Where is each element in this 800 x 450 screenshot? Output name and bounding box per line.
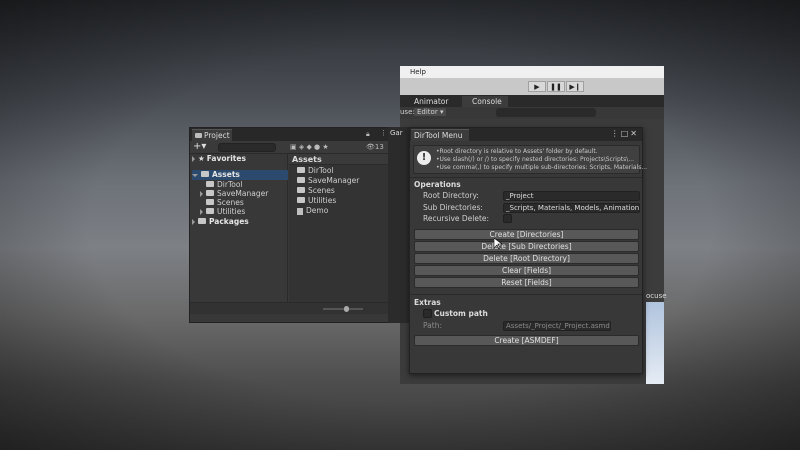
reset-fields-button[interactable]: Reset [Fields] xyxy=(414,277,639,288)
custom-path-checkbox[interactable] xyxy=(423,309,432,318)
help-line-1: •Root directory is relative to Assets' f… xyxy=(436,148,598,155)
folder-icon xyxy=(297,177,305,183)
project-toolbar: +▾ ▣ ◈ ◆ ● ★ 👁︎13 xyxy=(190,141,399,154)
folder-icon xyxy=(206,190,214,196)
play-toolbar: ▶ ❚❚ ▶❙ xyxy=(400,78,664,95)
project-tree: ★ Favorites Assets DirTool SaveManager Sc… xyxy=(190,154,288,314)
assets-breadcrumb: Assets xyxy=(289,154,399,165)
tree-assets[interactable]: Assets xyxy=(192,170,288,180)
scene-file-icon xyxy=(297,207,303,215)
tab-dirtool-menu[interactable]: DirTool Menu xyxy=(411,129,469,141)
recursive-delete-checkbox[interactable] xyxy=(503,214,512,223)
star-icon: ★ xyxy=(198,154,205,163)
dirtool-window: DirTool Menu ⋮□✕ ! •Root directory is re… xyxy=(409,127,647,374)
divider xyxy=(410,294,642,295)
folder-icon xyxy=(201,171,209,177)
delete-sub-directories-button[interactable]: Delete [Sub Directories] xyxy=(414,241,639,252)
project-grid: Assets DirTool SaveManager Scenes Utilit… xyxy=(289,154,399,314)
lock-icon[interactable]: 🔒︎ xyxy=(366,130,370,139)
sub-directories-field[interactable]: _Scripts, Materials, Models, Animations,… xyxy=(503,203,640,213)
add-icon[interactable]: +▾ xyxy=(193,141,206,152)
mouse-cursor-icon xyxy=(494,238,502,250)
dirtool-tabbar: DirTool Menu ⋮□✕ xyxy=(410,128,642,141)
folder-icon xyxy=(195,133,202,138)
path-field[interactable]: Assets/_Project/_Project.asmdef xyxy=(503,321,611,331)
scene-view-fragment xyxy=(646,302,664,384)
pause-icon: ❚❚ xyxy=(550,83,562,91)
step-button[interactable]: ▶❙ xyxy=(566,81,584,92)
console-search-input[interactable] xyxy=(496,108,596,117)
info-icon: ! xyxy=(417,151,431,165)
clear-fields-button[interactable]: Clear [Fields] xyxy=(414,265,639,276)
tree-favorites[interactable]: ★ Favorites xyxy=(192,154,246,164)
create-directories-button[interactable]: Create [Directories] xyxy=(414,229,639,240)
create-asmdef-button[interactable]: Create [ASMDEF] xyxy=(414,335,639,346)
icon-size-slider[interactable] xyxy=(323,308,363,310)
help-line-3: •Use comma(,) to specify multiple sub-di… xyxy=(436,164,648,171)
window-controls: ⋮□✕ xyxy=(611,129,639,138)
console-toolbar: use: Editor ▾ xyxy=(400,107,664,119)
project-window: Project 🔒︎ ⋮ +▾ ▣ ◈ ◆ ● ★ 👁︎13 ★ Favorite… xyxy=(189,127,400,323)
folder-icon xyxy=(297,187,305,193)
folder-icon xyxy=(206,208,214,214)
help-line-2: •Use slash(/) or /) to specify nested di… xyxy=(436,156,634,163)
tree-item-utilities[interactable]: Utilities xyxy=(200,207,245,217)
pause-button[interactable]: ❚❚ xyxy=(547,81,565,92)
tree-packages[interactable]: Packages xyxy=(192,217,249,227)
scene-tab-fragment: ocuse xyxy=(646,292,667,300)
grid-item-dirtool[interactable]: DirTool xyxy=(297,166,334,176)
root-directory-label: Root Directory: xyxy=(423,191,479,200)
scene-strip: Gar xyxy=(388,127,410,323)
project-search-input[interactable] xyxy=(218,143,276,152)
editor-dropdown[interactable]: Editor ▾ xyxy=(414,108,447,116)
editor-tabbar: Animator Console xyxy=(400,95,664,107)
scene-tab-fragment[interactable]: Gar xyxy=(390,129,403,137)
play-button[interactable]: ▶ xyxy=(528,81,546,92)
project-tabbar: Project 🔒︎ ⋮ xyxy=(190,128,399,141)
grid-item-demo[interactable]: Demo xyxy=(297,206,328,216)
field-fragment: use: xyxy=(400,108,415,116)
sub-directories-label: Sub Directories: xyxy=(423,203,483,212)
folder-icon xyxy=(206,181,214,187)
help-box: ! •Root directory is relative to Assets'… xyxy=(413,145,647,174)
extras-header: Extras xyxy=(414,298,441,307)
play-icon: ▶ xyxy=(534,83,540,91)
folder-icon xyxy=(198,218,206,224)
maximize-icon[interactable]: □ xyxy=(621,129,631,138)
folder-icon xyxy=(297,167,305,173)
help-menu[interactable]: Help xyxy=(410,68,426,76)
hidden-count[interactable]: 👁︎13 xyxy=(366,143,384,151)
operations-header: Operations xyxy=(414,180,461,189)
kebab-menu-icon[interactable]: ⋮ xyxy=(380,129,387,137)
grid-item-savemanager[interactable]: SaveManager xyxy=(297,176,359,186)
grid-item-scenes[interactable]: Scenes xyxy=(297,186,335,196)
custom-path-label: Custom path xyxy=(434,309,488,318)
recursive-delete-label: Recursive Delete: xyxy=(423,214,490,223)
project-footer xyxy=(190,302,399,314)
folder-icon xyxy=(206,199,214,205)
close-icon[interactable]: ✕ xyxy=(630,129,639,138)
slider-handle[interactable] xyxy=(344,306,349,312)
folder-icon xyxy=(297,197,305,203)
root-directory-field[interactable]: _Project xyxy=(503,191,640,201)
step-icon: ▶❙ xyxy=(569,83,581,91)
delete-root-directory-button[interactable]: Delete [Root Directory] xyxy=(414,253,639,264)
tab-console[interactable]: Console xyxy=(462,96,508,107)
filter-icons[interactable]: ▣ ◈ ◆ ● ★ xyxy=(290,143,329,151)
path-label: Path: xyxy=(423,321,443,330)
tab-animator[interactable]: Animator xyxy=(404,96,460,107)
tab-project[interactable]: Project xyxy=(192,129,232,141)
grid-item-utilities[interactable]: Utilities xyxy=(297,196,336,206)
menu-bar: Help xyxy=(400,66,664,78)
divider xyxy=(410,177,642,178)
kebab-menu-icon[interactable]: ⋮ xyxy=(611,129,621,138)
